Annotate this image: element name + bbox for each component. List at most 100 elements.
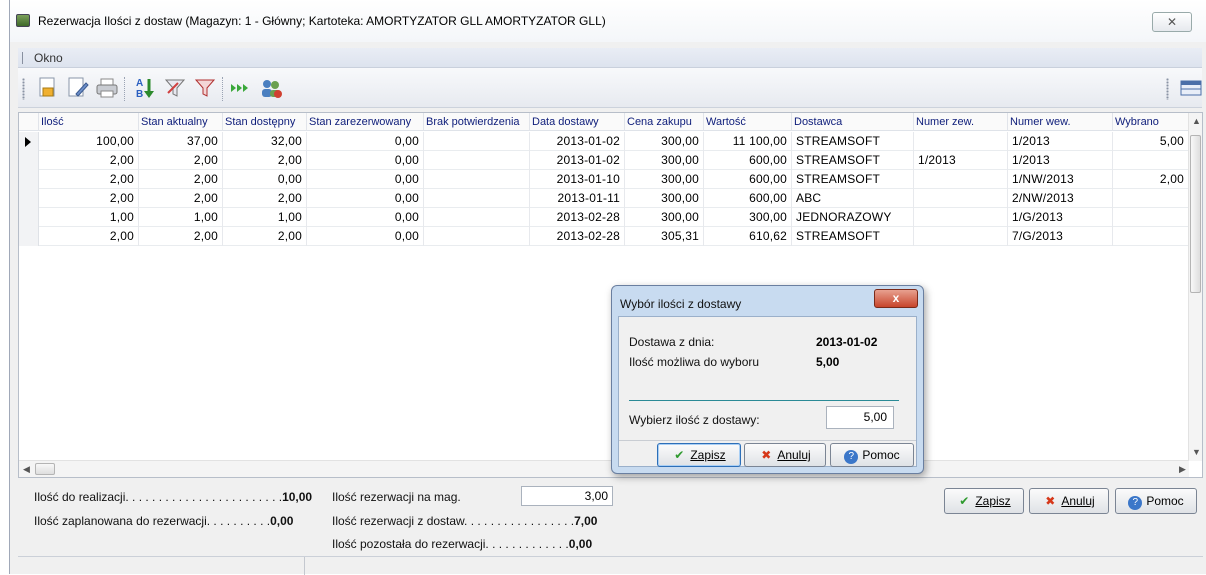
edit-document-icon[interactable] <box>64 75 90 101</box>
cell-numer-zew[interactable] <box>914 132 1008 151</box>
cell-stan-dostepny[interactable]: 2,00 <box>223 189 307 208</box>
print-icon[interactable] <box>94 75 120 101</box>
cell-stan-dostepny[interactable]: 32,00 <box>223 132 307 151</box>
cell-brak-potwierdzenia[interactable] <box>424 132 530 151</box>
header-wartosc[interactable]: Wartość <box>704 113 792 131</box>
cell-stan-zarezerwowany[interactable]: 0,00 <box>307 170 424 189</box>
cell-stan-zarezerwowany[interactable]: 0,00 <box>307 208 424 227</box>
cell-numer-zew[interactable]: 1/2013 <box>914 151 1008 170</box>
dialog-anuluj-button[interactable]: ✖ Anuluj <box>744 443 826 467</box>
cell-ilosc[interactable]: 2,00 <box>39 151 139 170</box>
cell-stan-dostepny[interactable]: 1,00 <box>223 208 307 227</box>
cell-wartosc[interactable]: 600,00 <box>704 151 792 170</box>
header-stan-aktualny[interactable]: Stan aktualny <box>139 113 223 131</box>
cell-cena-zakupu[interactable]: 300,00 <box>625 151 704 170</box>
header-ilosc[interactable]: Ilość <box>39 113 139 131</box>
cell-wybrano[interactable] <box>1113 208 1189 227</box>
dialog-close-button[interactable]: x <box>874 289 918 308</box>
scroll-right-icon[interactable]: ▶ <box>1179 464 1186 475</box>
cell-wartosc[interactable]: 11 100,00 <box>704 132 792 151</box>
cell-brak-potwierdzenia[interactable] <box>424 208 530 227</box>
cell-ilosc[interactable]: 2,00 <box>39 227 139 246</box>
row-selector[interactable] <box>19 227 39 246</box>
table-row[interactable]: 100,00 37,00 32,00 0,00 2013-01-02 300,00 11 1… <box>19 132 1189 151</box>
wybierz-ilosc-input[interactable]: 5,00 <box>826 406 894 429</box>
header-dostawca[interactable]: Dostawca <box>792 113 914 131</box>
next-records-icon[interactable] <box>228 75 254 101</box>
row-selector[interactable] <box>19 208 39 227</box>
horizontal-scrollbar[interactable]: ◀ ▶ <box>19 460 1189 477</box>
table-row[interactable]: 2,00 2,00 2,00 0,00 2013-01-02 300,00 600,00 ST… <box>19 151 1189 170</box>
cell-data-dostawy[interactable]: 2013-01-02 <box>530 151 625 170</box>
cell-data-dostawy[interactable]: 2013-02-28 <box>530 227 625 246</box>
cell-wybrano[interactable] <box>1113 151 1189 170</box>
menu-okno[interactable]: Okno <box>34 51 63 65</box>
cell-wybrano[interactable] <box>1113 189 1189 208</box>
cell-data-dostawy[interactable]: 2013-01-10 <box>530 170 625 189</box>
cell-stan-aktualny[interactable]: 2,00 <box>139 151 223 170</box>
cell-stan-zarezerwowany[interactable]: 0,00 <box>307 151 424 170</box>
cell-ilosc[interactable]: 1,00 <box>39 208 139 227</box>
current-row-indicator[interactable] <box>19 132 39 151</box>
cell-cena-zakupu[interactable]: 300,00 <box>625 170 704 189</box>
cell-numer-wew[interactable]: 1/2013 <box>1008 151 1113 170</box>
scroll-down-icon[interactable]: ▼ <box>1192 447 1201 457</box>
cell-stan-aktualny[interactable]: 2,00 <box>139 189 223 208</box>
cell-cena-zakupu[interactable]: 305,31 <box>625 227 704 246</box>
cell-ilosc[interactable]: 2,00 <box>39 170 139 189</box>
filter-red-icon[interactable] <box>192 75 218 101</box>
rezerwacja-na-mag-input[interactable]: 3,00 <box>521 486 613 506</box>
table-row[interactable]: 2,00 2,00 2,00 0,00 2013-02-28 305,31 610,62 ST… <box>19 227 1189 246</box>
users-settings-icon[interactable] <box>258 75 284 101</box>
cell-ilosc[interactable]: 100,00 <box>39 132 139 151</box>
dialog-pomoc-button[interactable]: ? Pomoc <box>830 443 914 467</box>
cell-numer-zew[interactable] <box>914 170 1008 189</box>
table-row[interactable]: 2,00 2,00 0,00 0,00 2013-01-10 300,00 600,00 ST… <box>19 170 1189 189</box>
cell-stan-dostepny[interactable]: 2,00 <box>223 227 307 246</box>
cell-stan-aktualny[interactable]: 37,00 <box>139 132 223 151</box>
header-numer-zew[interactable]: Numer zew. <box>914 113 1008 131</box>
cell-numer-zew[interactable] <box>914 189 1008 208</box>
cell-brak-potwierdzenia[interactable] <box>424 189 530 208</box>
cell-wartosc[interactable]: 600,00 <box>704 170 792 189</box>
header-cena-zakupu[interactable]: Cena zakupu <box>625 113 704 131</box>
cell-brak-potwierdzenia[interactable] <box>424 227 530 246</box>
cell-dostawca[interactable]: STREAMSOFT <box>792 227 914 246</box>
cell-dostawca[interactable]: JEDNORAZOWY <box>792 208 914 227</box>
cell-stan-dostepny[interactable]: 2,00 <box>223 151 307 170</box>
header-stan-dostepny[interactable]: Stan dostępny <box>223 113 307 131</box>
cell-dostawca[interactable]: STREAMSOFT <box>792 151 914 170</box>
sort-az-icon[interactable]: AB <box>132 75 158 101</box>
cell-cena-zakupu[interactable]: 300,00 <box>625 189 704 208</box>
cell-stan-zarezerwowany[interactable]: 0,00 <box>307 132 424 151</box>
header-numer-wew[interactable]: Numer wew. <box>1008 113 1113 131</box>
table-row[interactable]: 1,00 1,00 1,00 0,00 2013-02-28 300,00 300,00 JE… <box>19 208 1189 227</box>
cell-dostawca[interactable]: STREAMSOFT <box>792 132 914 151</box>
cell-wybrano[interactable] <box>1113 227 1189 246</box>
cell-wartosc[interactable]: 600,00 <box>704 189 792 208</box>
filter-icon[interactable] <box>162 75 188 101</box>
layout-icon[interactable] <box>1178 75 1204 101</box>
scroll-left-icon[interactable]: ◀ <box>23 464 30 475</box>
cell-numer-wew[interactable]: 1/G/2013 <box>1008 208 1113 227</box>
cell-numer-wew[interactable]: 1/NW/2013 <box>1008 170 1113 189</box>
cell-numer-wew[interactable]: 2/NW/2013 <box>1008 189 1113 208</box>
cell-wybrano[interactable]: 2,00 <box>1113 170 1189 189</box>
cell-stan-dostepny[interactable]: 0,00 <box>223 170 307 189</box>
cell-wybrano[interactable]: 5,00 <box>1113 132 1189 151</box>
cell-brak-potwierdzenia[interactable] <box>424 151 530 170</box>
dialog-zapisz-button[interactable]: ✔ Zapisz <box>657 443 741 467</box>
header-brak-potwierdzenia[interactable]: Brak potwierdzenia <box>424 113 530 131</box>
cell-stan-aktualny[interactable]: 2,00 <box>139 227 223 246</box>
row-selector[interactable] <box>19 170 39 189</box>
cell-brak-potwierdzenia[interactable] <box>424 170 530 189</box>
cell-data-dostawy[interactable]: 2013-01-02 <box>530 132 625 151</box>
header-stan-zarezerwowany[interactable]: Stan zarezerwowany <box>307 113 424 131</box>
cell-stan-aktualny[interactable]: 1,00 <box>139 208 223 227</box>
cell-numer-zew[interactable] <box>914 208 1008 227</box>
cell-numer-wew[interactable]: 1/2013 <box>1008 132 1113 151</box>
row-selector[interactable] <box>19 151 39 170</box>
cell-stan-zarezerwowany[interactable]: 0,00 <box>307 189 424 208</box>
zapisz-button[interactable]: ✔ Zapisz <box>944 488 1024 514</box>
vertical-scroll-thumb[interactable] <box>1190 135 1201 293</box>
